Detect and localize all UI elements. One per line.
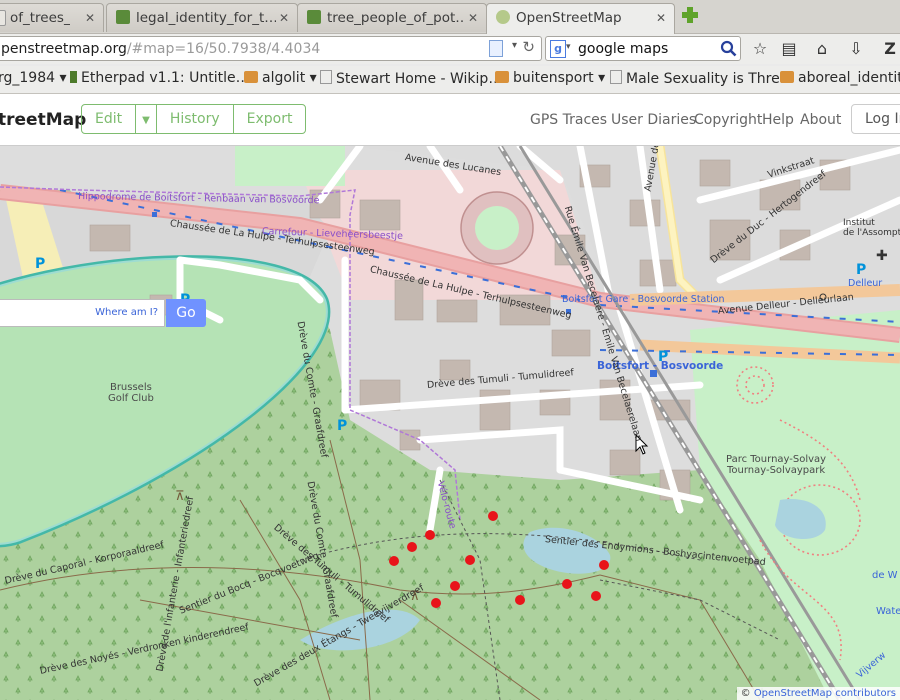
history-button[interactable]: History xyxy=(157,105,234,133)
browser-tab-4[interactable]: OpenStreetMap ✕ xyxy=(486,3,675,34)
edit-button-group: Edit ▼ History Export xyxy=(81,104,307,134)
help-link[interactable]: Help xyxy=(762,112,794,128)
bookmark-folder[interactable]: aboreal_identity xyxy=(780,70,900,86)
folder-icon xyxy=(780,71,794,83)
svg-text:P: P xyxy=(856,262,866,278)
edit-dropdown-button[interactable]: ▼ xyxy=(136,105,157,133)
tab-title: of_trees_w… xyxy=(10,10,70,26)
google-icon[interactable]: g xyxy=(550,40,566,58)
map-label: Boitsfort Gare - Bosvoorde Station xyxy=(562,294,725,305)
url-bar[interactable]: penstreetmap.org/#map=16/50.7938/4.4034 … xyxy=(0,36,542,61)
edit-button[interactable]: Edit xyxy=(82,105,137,133)
site-logo[interactable]: treetMap xyxy=(0,110,86,130)
picnic-icon: ⊼ xyxy=(175,489,185,504)
osm-favicon-icon xyxy=(496,10,510,24)
svg-text:P: P xyxy=(35,256,45,272)
map-attribution: © OpenStreetMap contributors xyxy=(736,687,900,700)
folder-icon xyxy=(495,71,509,83)
browser-tab-3[interactable]: tree_people_of_pot… ✕ xyxy=(297,3,487,32)
browser-nav-bar: penstreetmap.org/#map=16/50.7938/4.4034 … xyxy=(0,34,900,64)
bookmark-star-icon[interactable]: ☆ xyxy=(750,39,770,59)
copyright-link[interactable]: Copyright xyxy=(694,112,762,128)
red-marker[interactable] xyxy=(450,581,460,591)
etherpad-icon xyxy=(70,71,77,83)
search-icon[interactable] xyxy=(720,40,737,57)
map-label: Brussels Golf Club xyxy=(108,382,154,404)
home-icon[interactable]: ⌂ xyxy=(812,39,832,59)
red-marker[interactable] xyxy=(488,511,498,521)
osm-contributors-link[interactable]: OpenStreetMap contributors xyxy=(754,688,896,699)
red-marker[interactable] xyxy=(599,560,609,570)
gps-traces-link[interactable]: GPS Traces xyxy=(530,112,607,128)
red-marker[interactable] xyxy=(407,542,417,552)
bookmark-folder[interactable]: buitensport ▾ xyxy=(495,70,605,86)
tab-title: OpenStreetMap xyxy=(516,10,622,26)
map-label: Delleur xyxy=(848,278,883,289)
red-marker[interactable] xyxy=(465,555,475,565)
search-bar[interactable]: g ▾ google maps xyxy=(545,36,741,61)
about-link[interactable]: About xyxy=(800,112,841,128)
red-marker[interactable] xyxy=(425,530,435,540)
bookmarks-list-icon[interactable]: ▤ xyxy=(779,39,799,59)
map-label: Parc Tournay-Solvay Tournay-Solvaypark xyxy=(726,454,827,476)
document-icon xyxy=(0,10,6,26)
zotero-icon[interactable]: Z xyxy=(880,39,900,59)
close-tab-icon[interactable]: ✕ xyxy=(277,11,291,25)
url-path: /#map=16/50.7938/4.4034 xyxy=(126,41,321,57)
map-view[interactable]: P P P P P ✚ ⊼ ⊼ Hippodrome de Boitsfort … xyxy=(0,146,900,700)
url-host: penstreetmap.org xyxy=(1,41,127,57)
bookmark-item[interactable]: Stewart Home - Wikip… xyxy=(320,70,502,87)
tree-favicon-icon xyxy=(116,10,130,24)
reload-icon[interactable]: ↻ xyxy=(522,38,535,56)
osm-header: treetMap Edit ▼ History Export GPS Trace… xyxy=(0,94,900,146)
map-canvas[interactable]: P P P P P ✚ ⊼ ⊼ xyxy=(0,146,900,700)
map-label: de W xyxy=(872,570,898,581)
browser-tab-bar: of_trees_w… ✕ legal_identity_for_t… ✕ tr… xyxy=(0,0,900,34)
caret-down-icon: ▼ xyxy=(142,115,150,126)
page-icon xyxy=(610,70,622,84)
bookmark-item[interactable]: Male Sexuality is Thre… xyxy=(610,70,794,87)
dropdown-arrow-icon[interactable]: ▾ xyxy=(566,42,571,52)
red-marker[interactable] xyxy=(389,556,399,566)
map-label: Wate xyxy=(876,606,900,617)
go-button[interactable]: Go xyxy=(166,299,206,327)
where-am-i-link[interactable]: Where am I? xyxy=(95,307,158,318)
folder-icon xyxy=(244,71,258,83)
red-marker[interactable] xyxy=(562,579,572,589)
map-search-panel: Where am I? Go xyxy=(0,299,210,329)
svg-text:P: P xyxy=(337,418,347,434)
search-input-value: google maps xyxy=(578,41,669,57)
close-tab-icon[interactable]: ✕ xyxy=(654,11,668,25)
user-diaries-link[interactable]: User Diaries xyxy=(611,112,696,128)
browser-tab-1[interactable]: of_trees_w… ✕ xyxy=(0,3,104,32)
export-button[interactable]: Export xyxy=(234,105,306,133)
bookmark-item[interactable]: rg_1984 ▾ xyxy=(0,70,67,86)
login-button[interactable]: Log In xyxy=(851,104,900,134)
close-tab-icon[interactable]: ✕ xyxy=(83,11,97,25)
red-marker[interactable] xyxy=(591,591,601,601)
page-icon xyxy=(320,70,332,84)
red-marker[interactable] xyxy=(515,595,525,605)
tab-title: tree_people_of_pot… xyxy=(327,10,465,26)
map-label: Institut de l'Assomption xyxy=(843,218,900,238)
bus-stop-icon xyxy=(152,212,157,217)
bookmark-item[interactable]: Etherpad v1.1: Untitle… xyxy=(70,70,250,86)
bookmark-folder[interactable]: algolit ▾ xyxy=(244,70,317,86)
map-search-input[interactable]: Where am I? xyxy=(0,299,165,327)
bookmarks-bar: rg_1984 ▾ Etherpad v1.1: Untitle… algoli… xyxy=(0,66,900,94)
close-tab-icon[interactable]: ✕ xyxy=(466,11,480,25)
tab-title: legal_identity_for_t… xyxy=(136,10,276,26)
browser-tab-2[interactable]: legal_identity_for_t… ✕ xyxy=(106,3,298,32)
red-marker[interactable] xyxy=(431,598,441,608)
download-icon[interactable]: ⇩ xyxy=(846,39,866,59)
tree-favicon-icon xyxy=(307,10,321,24)
page-icon xyxy=(489,40,503,57)
new-tab-icon[interactable] xyxy=(681,6,699,24)
dropdown-arrow-icon[interactable]: ▾ xyxy=(512,40,517,51)
church-icon: ✚ xyxy=(876,248,888,264)
